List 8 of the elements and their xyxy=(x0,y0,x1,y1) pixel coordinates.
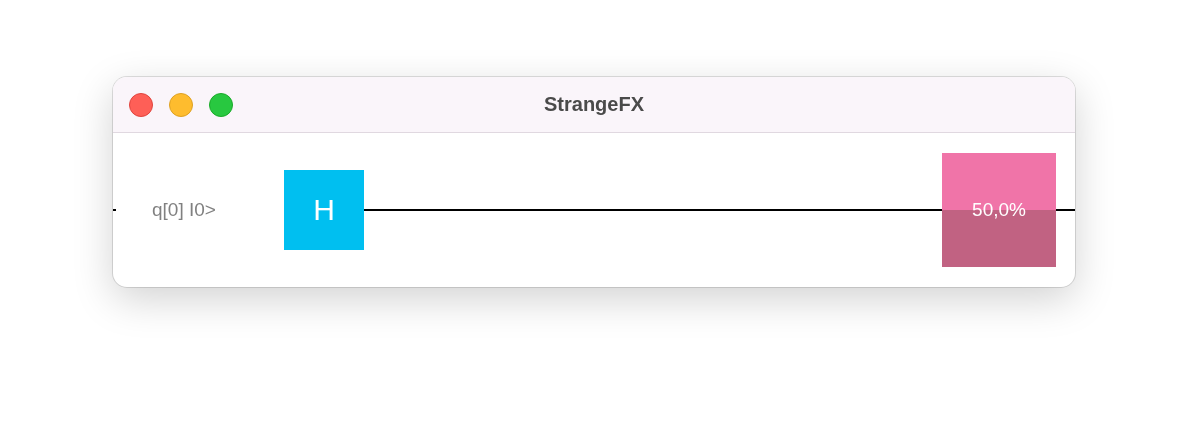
close-button[interactable] xyxy=(129,92,153,117)
wire-line xyxy=(1056,209,1075,211)
gate-block[interactable]: H xyxy=(284,170,364,250)
probability-reading: 50,0% xyxy=(972,199,1026,221)
window-title: StrangeFX xyxy=(544,93,644,115)
qubit-label: q[0] I0> xyxy=(152,199,217,221)
minimize-button[interactable] xyxy=(169,92,193,117)
zoom-button[interactable] xyxy=(209,92,233,117)
